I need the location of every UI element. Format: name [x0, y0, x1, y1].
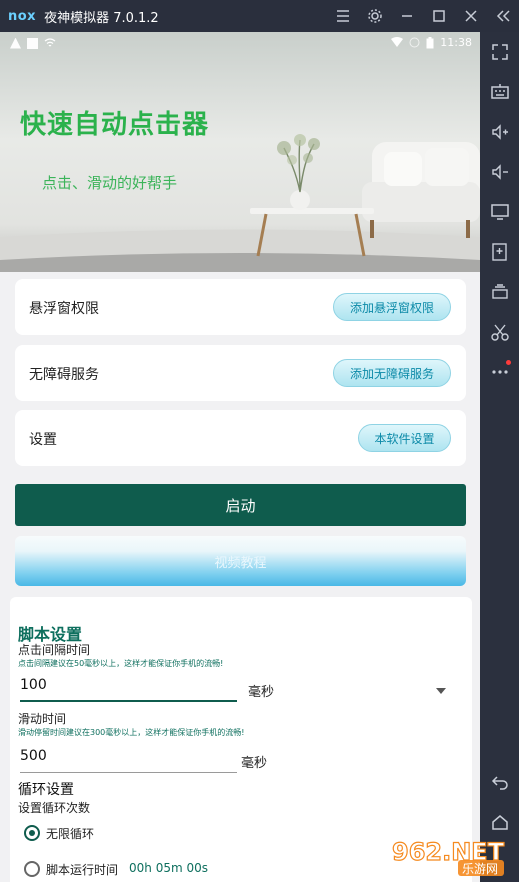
infinite-loop-radio[interactable] [24, 825, 40, 841]
settings-row: 设置 本软件设置 [15, 410, 466, 466]
loop-settings-title: 循环设置 [18, 782, 74, 798]
keyboard-icon[interactable] [486, 78, 514, 106]
loop-count-label: 设置循环次数 [18, 801, 91, 815]
battery-icon [426, 36, 434, 48]
runtime-value[interactable]: 00h 05m 00s [129, 861, 208, 875]
close-icon[interactable] [455, 0, 487, 32]
banner-title: 快速自动点击器 [20, 110, 210, 140]
status-time: 11:38 [440, 36, 472, 49]
maximize-icon[interactable] [423, 0, 455, 32]
title-bar: nox 夜神模拟器 7.0.1.2 [0, 0, 519, 32]
chevron-down-icon[interactable] [436, 688, 446, 694]
accessibility-service-label: 无障碍服务 [29, 367, 99, 383]
notification-icon [10, 37, 21, 49]
slide-time-hint: 滑动停留时间建议在300毫秒以上，这样才能保证你手机的流畅! [18, 728, 245, 737]
runtime-radio[interactable] [24, 861, 40, 877]
video-tutorial-button[interactable]: 视频教程 [15, 536, 466, 586]
status-left [10, 37, 56, 49]
click-interval-label: 点击间隔时间 [18, 643, 91, 657]
wifi-status-icon [44, 38, 56, 47]
site-watermark: 962.NET 乐游网 [388, 830, 518, 880]
banner: 快速自动点击器 点击、滑动的好帮手 [0, 32, 480, 272]
settings-label: 设置 [29, 432, 57, 448]
sd-card-icon [27, 37, 38, 49]
back-icon[interactable] [486, 768, 514, 796]
scissors-icon[interactable] [486, 318, 514, 346]
slide-time-input[interactable]: 500 [20, 748, 237, 773]
status-bar: 11:38 [0, 32, 480, 54]
window-controls [327, 0, 519, 32]
watermark-logo: 962.NET 乐游网 [391, 837, 505, 876]
no-signal-icon [409, 37, 420, 48]
notification-dot [506, 360, 511, 365]
app-settings-button[interactable]: 本软件设置 [358, 424, 451, 452]
slide-time-label: 滑动时间 [18, 712, 67, 726]
start-button[interactable]: 启动 [15, 484, 466, 526]
living-room-illustration [0, 32, 480, 272]
click-interval-unit: 毫秒 [248, 685, 275, 700]
minimize-icon[interactable] [391, 0, 423, 32]
brand: nox 夜神模拟器 7.0.1.2 [8, 7, 159, 26]
multi-instance-icon[interactable] [486, 278, 514, 306]
add-overlay-permission-button[interactable]: 添加悬浮窗权限 [333, 293, 451, 321]
slide-time-unit: 毫秒 [241, 756, 268, 771]
add-accessibility-service-button[interactable]: 添加无障碍服务 [333, 359, 451, 387]
status-right: 11:38 [391, 36, 472, 49]
overlay-permission-row: 悬浮窗权限 添加悬浮窗权限 [15, 279, 466, 335]
volume-down-icon[interactable] [486, 158, 514, 186]
settings-gear-icon[interactable] [359, 0, 391, 32]
collapse-sidebar-icon[interactable] [487, 0, 519, 32]
click-interval-hint: 点击间隔建议在50毫秒以上，这样才能保证你手机的流畅! [18, 659, 224, 668]
screen-icon[interactable] [486, 198, 514, 226]
overlay-permission-label: 悬浮窗权限 [29, 301, 99, 317]
banner-subtitle: 点击、滑动的好帮手 [42, 174, 178, 192]
watermark-sub: 乐游网 [462, 862, 498, 876]
accessibility-service-row: 无障碍服务 添加无障碍服务 [15, 345, 466, 401]
emulator-sidebar [480, 32, 519, 882]
infinite-loop-label: 无限循环 [46, 827, 95, 841]
phone-screen: 快速自动点击器 点击、滑动的好帮手 11:38 悬浮窗权限 添加悬浮窗权限 无障… [0, 32, 480, 882]
window-title: 夜神模拟器 7.0.1.2 [44, 10, 159, 26]
click-interval-input[interactable]: 100 [20, 677, 237, 702]
menu-icon[interactable] [327, 0, 359, 32]
runtime-label: 脚本运行时间 [46, 863, 119, 877]
fullscreen-icon[interactable] [486, 38, 514, 66]
apk-install-icon[interactable] [486, 238, 514, 266]
volume-up-icon[interactable] [486, 118, 514, 146]
nox-logo: nox [8, 8, 37, 24]
emulator-window: nox 夜神模拟器 7.0.1.2 快速自动点击器 点击、滑动的好帮手 11:3… [0, 0, 519, 882]
wifi-icon [391, 37, 404, 47]
